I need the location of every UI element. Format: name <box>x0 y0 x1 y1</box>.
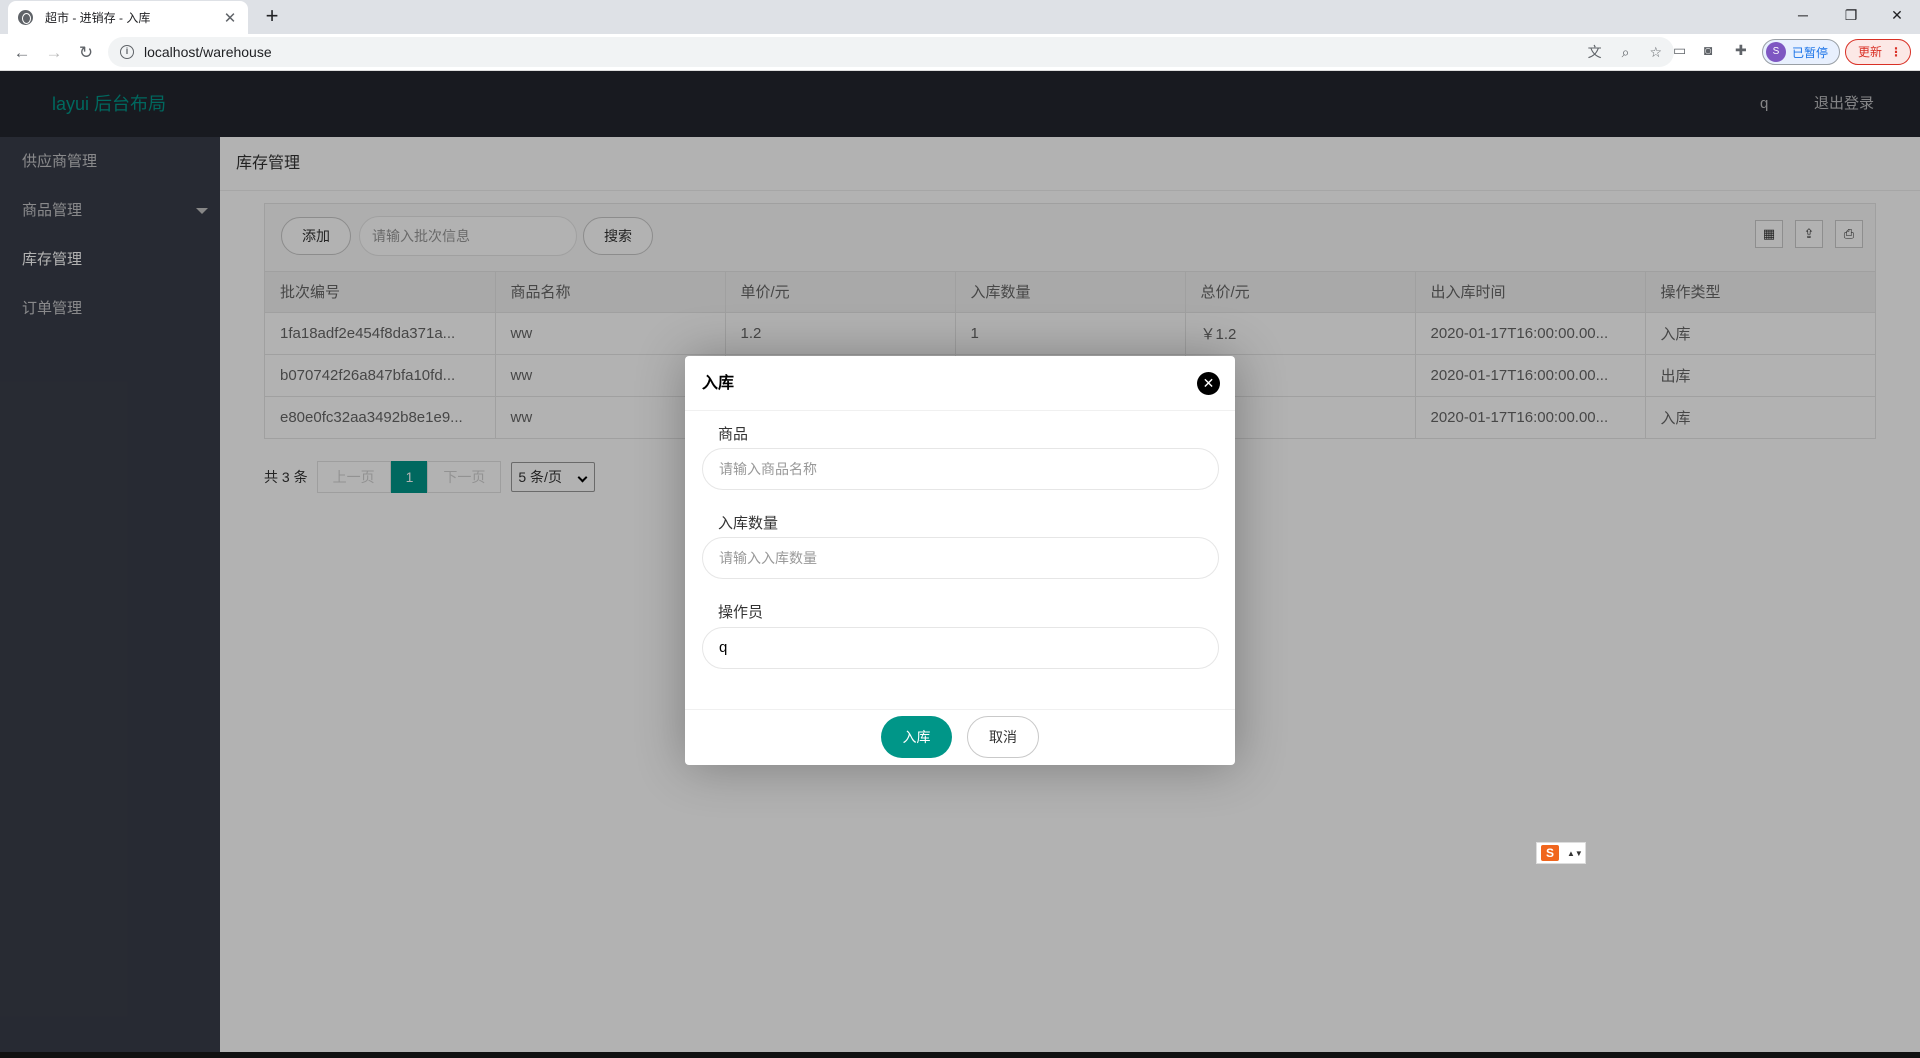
operator-label: 操作员 <box>718 604 764 621</box>
stock-in-submit-button[interactable]: 入库 <box>881 716 952 758</box>
product-input[interactable]: 请输入商品名称 <box>702 448 1219 490</box>
minimize-button[interactable]: ─ <box>1780 0 1826 30</box>
browser-tab[interactable]: 超市 - 进销存 - 入库 ✕ <box>8 1 248 34</box>
dialog-footer: 入库 取消 <box>685 709 1235 765</box>
tab-close-icon[interactable]: ✕ <box>222 9 238 27</box>
reload-button[interactable]: ↻ <box>72 39 100 67</box>
window-close-button[interactable]: ✕ <box>1874 0 1920 30</box>
new-tab-button[interactable]: + <box>258 3 286 31</box>
site-info-icon[interactable]: i <box>120 45 134 59</box>
avatar: S <box>1766 42 1786 62</box>
restore-button[interactable]: ❐ <box>1828 0 1874 30</box>
quantity-input[interactable]: 请输入入库数量 <box>702 537 1219 579</box>
zoom-icon[interactable]: ⌕ <box>1622 44 1630 61</box>
stock-in-dialog: 入库 ✕ 商品 请输入商品名称 入库数量 请输入入库数量 操作员 q 入库 取消 <box>685 356 1235 765</box>
profile-button[interactable]: S 已暂停 <box>1762 39 1840 65</box>
product-label: 商品 <box>718 426 749 443</box>
translate-icon[interactable]: 文 <box>1588 42 1602 62</box>
ime-arrows-icon: ▲▼ <box>1567 848 1583 858</box>
dialog-header: 入库 ✕ <box>685 356 1235 411</box>
update-button[interactable]: 更新 ⋮ <box>1845 39 1911 65</box>
sogou-ime-icon: S <box>1541 845 1559 861</box>
operator-input[interactable]: q <box>702 627 1219 669</box>
more-icon: ⋮ <box>1890 45 1902 59</box>
puzzle-icon[interactable]: ✚ <box>1735 42 1747 59</box>
url-text[interactable]: localhost/warehouse <box>144 44 1568 60</box>
forward-button[interactable]: → <box>40 39 68 67</box>
back-button[interactable]: ← <box>8 39 36 67</box>
quantity-label: 入库数量 <box>718 515 779 532</box>
bookmark-star-icon[interactable]: ☆ <box>1649 44 1662 61</box>
profile-status: 已暂停 <box>1792 45 1829 60</box>
globe-icon <box>18 10 33 25</box>
ime-toolbar[interactable]: S ▲▼ <box>1536 842 1586 864</box>
cancel-button[interactable]: 取消 <box>967 716 1039 758</box>
taskbar <box>0 1052 1920 1058</box>
browser-tab-strip: 超市 - 进销存 - 入库 ✕ + ─ ❐ ✕ <box>0 0 1920 34</box>
update-label: 更新 <box>1858 45 1883 59</box>
camera-icon[interactable]: ◙ <box>1704 42 1712 58</box>
tab-title: 超市 - 进销存 - 入库 <box>45 11 151 25</box>
close-icon[interactable]: ✕ <box>1197 372 1220 395</box>
dialog-title: 入库 <box>702 375 735 392</box>
address-bar[interactable]: i localhost/warehouse 文 ⌕ ☆ <box>108 37 1674 67</box>
address-toolbar: ← → ↻ i localhost/warehouse 文 ⌕ ☆ ▭ ◙ ✚ … <box>0 34 1920 71</box>
extension-icon[interactable]: ▭ <box>1673 42 1686 59</box>
